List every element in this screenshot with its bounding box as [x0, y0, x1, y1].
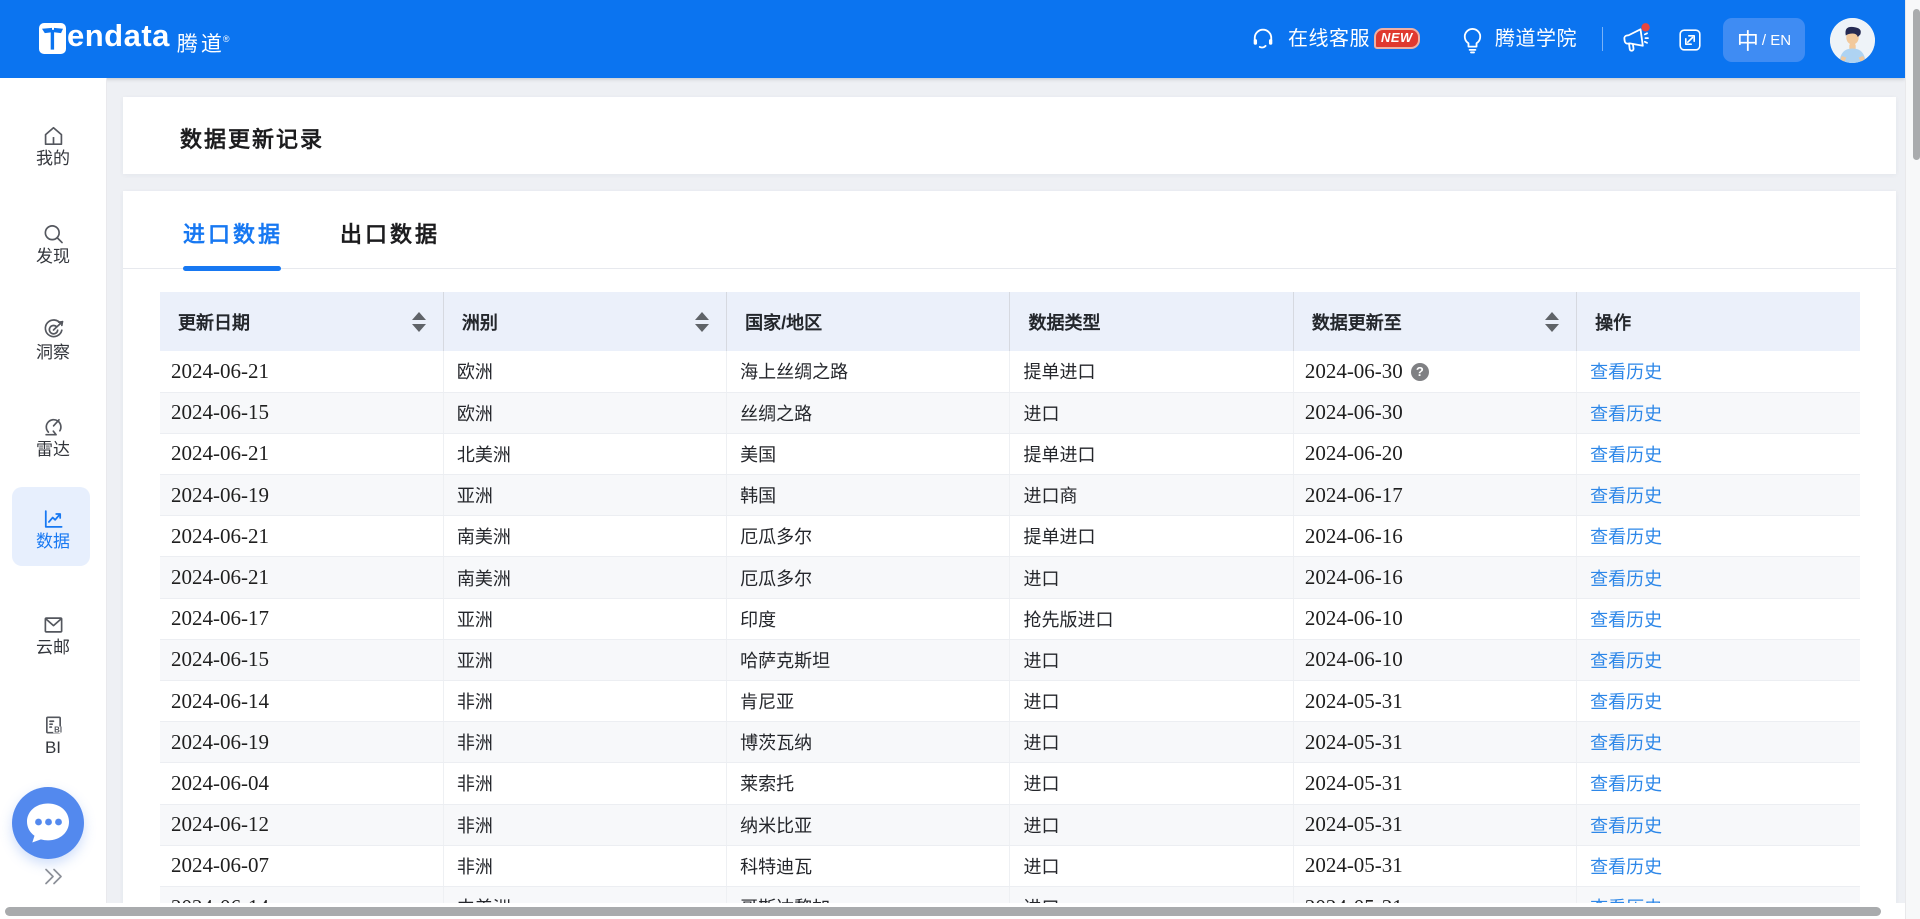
svg-text:BI: BI [54, 725, 62, 734]
